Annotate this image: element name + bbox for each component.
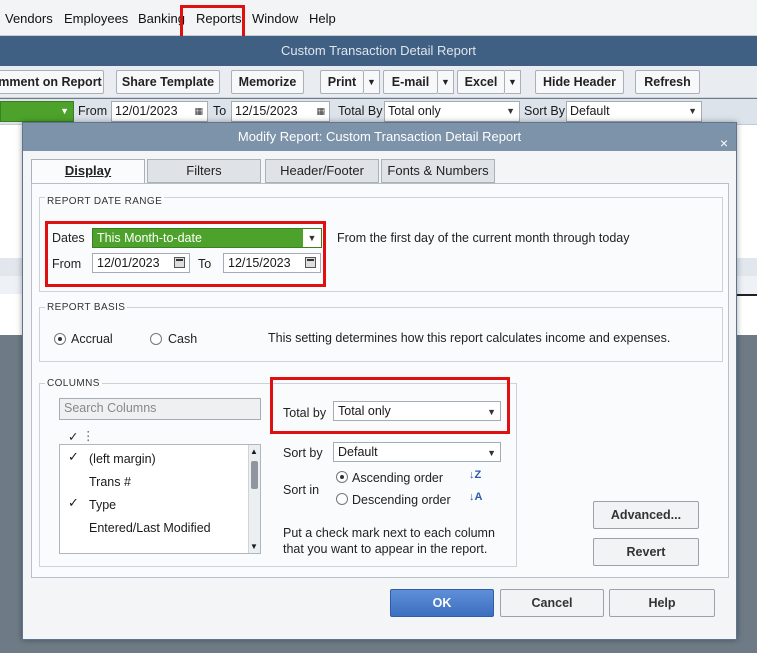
to-date-field[interactable]: 12/15/2023 bbox=[223, 253, 321, 273]
hide-header-button[interactable]: Hide Header bbox=[535, 70, 624, 94]
dates-select[interactable]: This Month-to-date ▼ bbox=[92, 228, 322, 248]
dates-label: Dates bbox=[52, 231, 85, 245]
accrual-radio[interactable] bbox=[54, 333, 66, 345]
to-date-field[interactable]: 12/15/2023 ▦ bbox=[231, 101, 330, 122]
list-item[interactable]: Entered/Last Modified bbox=[60, 518, 248, 541]
date-range-title: REPORT DATE RANGE bbox=[45, 196, 165, 207]
chevron-down-icon: ▼ bbox=[506, 106, 515, 116]
check-column-header: ✓ bbox=[68, 430, 79, 444]
list-item[interactable]: ✓ (left margin) bbox=[60, 449, 248, 472]
display-tab-panel: REPORT DATE RANGE Dates This Month-to-da… bbox=[31, 183, 729, 578]
columns-scrollbar[interactable]: ▲ ▼ bbox=[248, 445, 260, 553]
report-toolbar: mment on Report Share Template Memorize … bbox=[0, 66, 757, 98]
ascending-label: Ascending order bbox=[352, 471, 444, 485]
close-icon[interactable]: × bbox=[720, 129, 728, 157]
sort-ascending-icon: ↓Z bbox=[469, 469, 482, 481]
report-total-line bbox=[736, 294, 757, 296]
from-date-field[interactable]: 12/01/2023 ▦ bbox=[111, 101, 208, 122]
calendar-icon[interactable] bbox=[305, 257, 316, 268]
advanced-button[interactable]: Advanced... bbox=[593, 501, 699, 529]
share-template-button[interactable]: Share Template bbox=[116, 70, 220, 94]
calendar-icon[interactable] bbox=[174, 257, 185, 268]
from-label: From bbox=[78, 104, 108, 118]
sort-in-label: Sort in bbox=[283, 483, 320, 497]
print-dropdown[interactable]: ▼ bbox=[364, 70, 380, 94]
basis-description: This setting determines how this report … bbox=[268, 331, 671, 345]
chevron-down-icon: ▼ bbox=[487, 407, 496, 417]
cancel-button[interactable]: Cancel bbox=[500, 589, 604, 617]
columns-hint-line2: that you want to appear in the report. bbox=[283, 542, 488, 556]
menu-reports[interactable]: Reports bbox=[196, 11, 242, 26]
list-item[interactable]: ✓ Type bbox=[60, 495, 248, 518]
email-dropdown[interactable]: ▼ bbox=[438, 70, 454, 94]
excel-button[interactable]: Excel bbox=[457, 70, 505, 94]
descending-radio[interactable] bbox=[336, 493, 348, 505]
check-icon[interactable]: ✓ bbox=[68, 495, 79, 511]
sort-by-label: Sort by bbox=[283, 446, 323, 460]
tab-fonts-numbers[interactable]: Fonts & Numbers bbox=[381, 159, 495, 183]
from-date-field[interactable]: 12/01/2023 bbox=[92, 253, 190, 273]
menu-banking[interactable]: Banking bbox=[138, 11, 185, 26]
ascending-radio[interactable] bbox=[336, 471, 348, 483]
to-label: To bbox=[198, 257, 212, 271]
report-window-title: Custom Transaction Detail Report bbox=[0, 36, 757, 66]
from-label: From bbox=[52, 257, 82, 271]
total-by-label: Total By bbox=[338, 104, 383, 118]
chevron-down-icon: ▼ bbox=[487, 448, 496, 458]
calendar-icon[interactable]: ▦ bbox=[194, 102, 203, 121]
calendar-icon[interactable]: ▦ bbox=[316, 102, 325, 121]
sort-by-select[interactable]: Default ▼ bbox=[333, 442, 501, 462]
dates-select-bar[interactable]: ▼ bbox=[0, 101, 74, 122]
total-by-select[interactable]: Total only ▼ bbox=[333, 401, 501, 421]
help-button[interactable]: Help bbox=[609, 589, 715, 617]
list-item[interactable]: Trans # bbox=[60, 472, 248, 495]
cash-label: Cash bbox=[168, 332, 198, 346]
sort-descending-icon: ↓A bbox=[469, 491, 483, 503]
total-by-label: Total by bbox=[283, 406, 327, 420]
scroll-thumb[interactable] bbox=[251, 461, 258, 489]
tab-filters[interactable]: Filters bbox=[147, 159, 261, 183]
search-columns-input[interactable]: Search Columns bbox=[59, 398, 261, 420]
modify-report-dialog: Modify Report: Custom Transaction Detail… bbox=[22, 122, 737, 640]
revert-button[interactable]: Revert bbox=[593, 538, 699, 566]
tab-header-footer[interactable]: Header/Footer bbox=[265, 159, 379, 183]
sort-by-select[interactable]: Default ▼ bbox=[566, 101, 702, 122]
tab-display[interactable]: Display bbox=[31, 159, 145, 184]
drag-handle-icon: ⋮ bbox=[82, 429, 95, 443]
chevron-down-icon: ▼ bbox=[303, 229, 321, 247]
refresh-button[interactable]: Refresh bbox=[635, 70, 700, 94]
columns-hint-line1: Put a check mark next to each column bbox=[283, 526, 495, 540]
menu-employees[interactable]: Employees bbox=[64, 11, 128, 26]
scroll-up-icon[interactable]: ▲ bbox=[250, 447, 258, 456]
cash-radio[interactable] bbox=[150, 333, 162, 345]
report-basis-title: REPORT BASIS bbox=[45, 302, 128, 313]
menu-vendors[interactable]: Vendors bbox=[5, 11, 53, 26]
sort-by-label: Sort By bbox=[524, 104, 565, 118]
accrual-label: Accrual bbox=[71, 332, 113, 346]
memorize-button[interactable]: Memorize bbox=[231, 70, 304, 94]
dates-description: From the first day of the current month … bbox=[337, 231, 630, 245]
menu-window[interactable]: Window bbox=[252, 11, 298, 26]
columns-title: COLUMNS bbox=[45, 378, 102, 389]
scroll-down-icon[interactable]: ▼ bbox=[250, 542, 258, 551]
print-button[interactable]: Print bbox=[320, 70, 364, 94]
excel-dropdown[interactable]: ▼ bbox=[505, 70, 521, 94]
to-label: To bbox=[213, 104, 227, 118]
total-by-select[interactable]: Total only ▼ bbox=[384, 101, 520, 122]
check-icon[interactable]: ✓ bbox=[68, 449, 79, 465]
descending-label: Descending order bbox=[352, 493, 451, 507]
menu-bar: Vendors Employees Banking Reports Window… bbox=[0, 0, 757, 36]
dialog-title: Modify Report: Custom Transaction Detail… bbox=[23, 123, 736, 151]
ok-button[interactable]: OK bbox=[390, 589, 494, 617]
columns-list[interactable]: ✓ (left margin) Trans # ✓ Type Entered/L… bbox=[59, 444, 261, 554]
email-button[interactable]: E-mail bbox=[383, 70, 438, 94]
comment-on-report-button[interactable]: mment on Report bbox=[0, 70, 104, 94]
menu-help[interactable]: Help bbox=[309, 11, 336, 26]
chevron-down-icon: ▼ bbox=[688, 106, 697, 116]
